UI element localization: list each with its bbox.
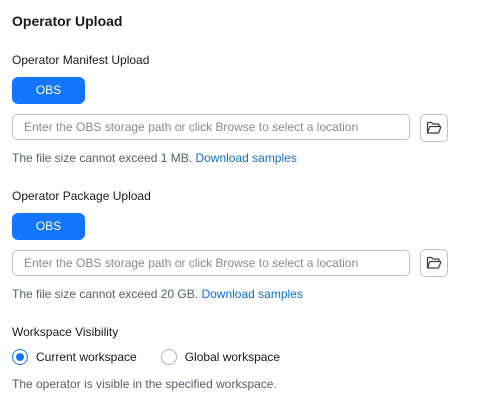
manifest-size-hint-text: The file size cannot exceed 1 MB. [12,151,193,165]
global-workspace-radio[interactable]: Global workspace [160,349,281,365]
package-obs-button[interactable]: OBS [12,213,85,240]
workspace-visibility-radio-group: Current workspace Global workspace [12,348,280,366]
global-workspace-radio-circle[interactable] [160,349,177,365]
global-workspace-radio-label: Global workspace [184,350,281,364]
package-download-samples-link[interactable]: Download samples [201,287,302,301]
current-workspace-radio-label: Current workspace [36,350,137,364]
current-workspace-radio[interactable]: Current workspace [12,349,137,365]
current-workspace-radio-circle[interactable] [12,349,28,365]
manifest-upload-label: Operator Manifest Upload [12,53,150,67]
workspace-visibility-label: Workspace Visibility [12,325,119,339]
package-browse-button[interactable] [420,249,448,277]
package-size-hint: The file size cannot exceed 20 GB. Downl… [12,286,303,302]
manifest-download-samples-link[interactable]: Download samples [195,151,296,165]
package-path-input[interactable] [12,250,410,276]
manifest-path-input[interactable] [12,114,410,140]
manifest-browse-button[interactable] [420,114,448,142]
manifest-size-hint: The file size cannot exceed 1 MB. Downlo… [12,150,297,166]
workspace-visibility-hint: The operator is visible in the specified… [12,377,277,391]
package-upload-label: Operator Package Upload [12,189,151,203]
manifest-obs-button[interactable]: OBS [12,77,85,104]
package-size-hint-text: The file size cannot exceed 20 GB. [12,287,199,301]
folder-open-icon [426,121,442,134]
folder-open-icon [426,256,442,269]
page-title: Operator Upload [12,13,123,29]
